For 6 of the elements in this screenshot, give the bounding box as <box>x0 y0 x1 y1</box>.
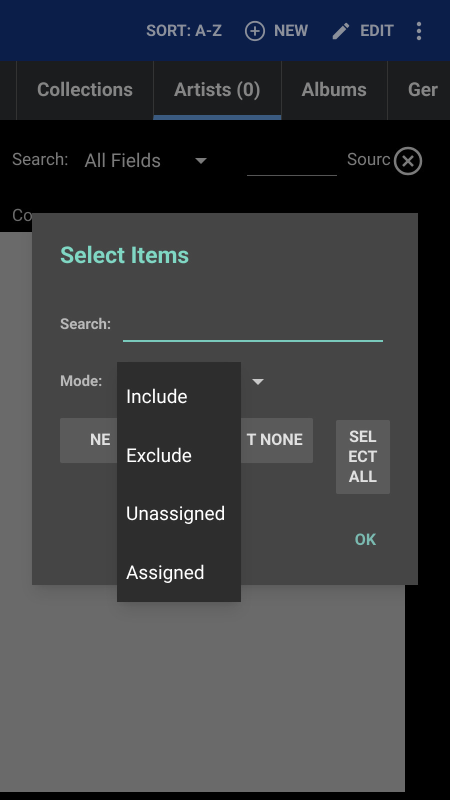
search-label: Search: <box>60 314 112 335</box>
column-label: Co <box>12 205 33 228</box>
source-label: Sourc <box>347 149 392 172</box>
mode-label: Mode: <box>60 371 102 392</box>
dialog-title: Select Items <box>60 241 190 271</box>
search-label: Search: <box>12 149 68 172</box>
